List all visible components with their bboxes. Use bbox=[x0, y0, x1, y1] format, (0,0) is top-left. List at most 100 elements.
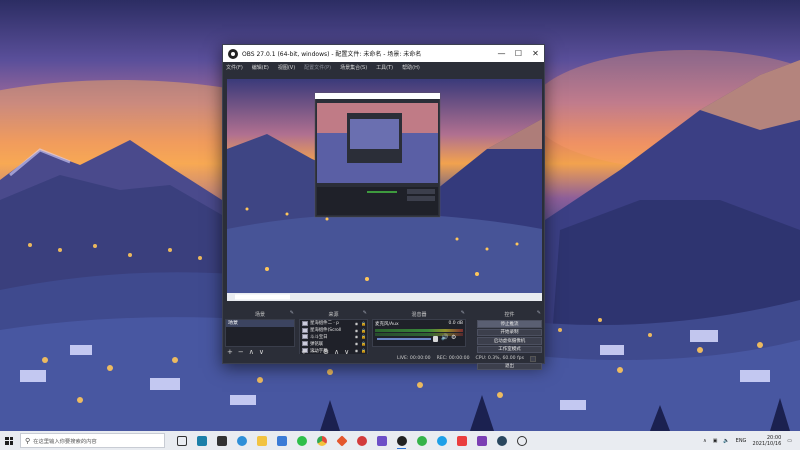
lock-icon[interactable]: 🔒 bbox=[360, 334, 367, 339]
start-recording-button[interactable]: 开始录制 bbox=[477, 328, 542, 336]
input-language[interactable]: ENG bbox=[736, 438, 747, 444]
menu-edit[interactable]: 编辑(E) bbox=[252, 64, 269, 71]
audio-meter bbox=[375, 333, 463, 336]
steam-icon[interactable] bbox=[493, 432, 510, 449]
menu-help[interactable]: 帮助(H) bbox=[402, 64, 420, 71]
file-explorer-icon[interactable] bbox=[253, 432, 270, 449]
volume-fader-track[interactable] bbox=[377, 338, 431, 340]
cpu-fps-readout: CPU: 0.3%, 60.00 fps bbox=[475, 356, 524, 361]
onenote-icon[interactable] bbox=[473, 432, 490, 449]
clock[interactable]: 20:00 2021/10/16 bbox=[752, 435, 781, 447]
close-button[interactable]: ✕ bbox=[527, 45, 544, 62]
window-title: OBS 27.0.1 (64-bit, windows) - 配置文件: 未命名… bbox=[242, 51, 422, 58]
source-item[interactable]: 弹铭联 ◉ 🔒 bbox=[300, 340, 367, 347]
sources-header: 来源 ✎ bbox=[297, 310, 370, 318]
status-bar: LIVE: 00:00:00 REC: 00:00:00 CPU: 0.3%, … bbox=[223, 354, 544, 363]
controls-header: 控件 ✎ bbox=[475, 310, 544, 318]
obs-taskbar-icon[interactable] bbox=[393, 432, 410, 449]
network-icon[interactable]: ▣ bbox=[713, 438, 718, 444]
image-source-icon bbox=[302, 320, 308, 326]
stop-streaming-button[interactable]: 停止推流 bbox=[477, 320, 542, 328]
edge-browser-icon[interactable] bbox=[233, 432, 250, 449]
task-view-icon[interactable] bbox=[173, 432, 190, 449]
exit-button[interactable]: 退出 bbox=[477, 362, 542, 370]
speed-test-icon[interactable] bbox=[513, 432, 530, 449]
preview-canvas[interactable] bbox=[227, 79, 542, 301]
image-source-icon bbox=[302, 327, 308, 333]
menu-profile[interactable]: 配置文件(P) bbox=[304, 64, 331, 71]
scenes-title: 场景 bbox=[254, 311, 265, 318]
sources-title: 来源 bbox=[328, 311, 339, 318]
controls-title: 控件 bbox=[504, 311, 515, 318]
scenes-header: 场景 ✎ bbox=[223, 310, 297, 318]
git-icon[interactable] bbox=[333, 432, 350, 449]
scenes-dock: 场景 ✎ 场景 + − ∧ ∨ bbox=[223, 310, 297, 356]
start-virtual-camera-button[interactable]: 启动虚拟摄像机 bbox=[477, 337, 542, 345]
mail-icon[interactable] bbox=[273, 432, 290, 449]
speaker-icon[interactable]: 🔊 bbox=[441, 334, 448, 341]
menu-scene-collection[interactable]: 场景集合(S) bbox=[340, 64, 367, 71]
visibility-eye-icon[interactable]: ◉ bbox=[353, 334, 360, 339]
search-placeholder: 在这里输入你要搜索的内容 bbox=[33, 438, 97, 445]
windows-logo-icon bbox=[5, 436, 13, 445]
lock-icon[interactable]: 🔒 bbox=[360, 321, 367, 326]
visibility-eye-icon[interactable]: ◉ bbox=[353, 328, 360, 333]
netease-icon[interactable] bbox=[453, 432, 470, 449]
system-tray: ∧ ▣ 🔈 ENG 20:00 2021/10/16 ▭ bbox=[703, 435, 800, 447]
dock-pin-icon[interactable]: ✎ bbox=[363, 310, 367, 316]
mixer-dock: 混音器 ✎ 麦克风/Aux 0.0 dB 🔊 ⚙ bbox=[370, 310, 468, 356]
lock-icon[interactable]: 🔒 bbox=[360, 328, 367, 333]
studio-mode-button[interactable]: 工作室模式 bbox=[477, 345, 542, 353]
rec-timer: REC: 00:00:00 bbox=[436, 356, 470, 361]
photos-icon[interactable] bbox=[373, 432, 390, 449]
screen-recorder-icon[interactable] bbox=[193, 432, 210, 449]
controls-dock: 控件 ✎ 停止推流 开始录制 启动虚拟摄像机 工作室模式 设置 退出 bbox=[475, 310, 544, 370]
source-item[interactable]: 斗斗宝日 ◉ 🔒 bbox=[300, 334, 367, 341]
menu-file[interactable]: 文件(F) bbox=[226, 64, 243, 71]
image-source-icon bbox=[302, 334, 308, 340]
music-app-icon[interactable] bbox=[353, 432, 370, 449]
menu-view[interactable]: 视图(V) bbox=[278, 64, 295, 71]
source-item[interactable]: 星海组件(Scroll ◉ 🔒 bbox=[300, 327, 367, 334]
clock-date: 2021/10/16 bbox=[752, 440, 782, 447]
tray-chevron-icon[interactable]: ∧ bbox=[703, 438, 707, 444]
source-item[interactable]: 星海组件二 · p ◉ 🔒 bbox=[300, 320, 367, 327]
title-bar[interactable]: OBS 27.0.1 (64-bit, windows) - 配置文件: 未命名… bbox=[223, 45, 544, 62]
maximize-button[interactable]: ☐ bbox=[510, 45, 527, 62]
notifications-icon[interactable]: ▭ bbox=[787, 438, 792, 444]
preview-image bbox=[227, 79, 542, 301]
chrome-icon[interactable] bbox=[313, 432, 330, 449]
taskbar-apps bbox=[173, 432, 530, 449]
menu-tools[interactable]: 工具(T) bbox=[376, 64, 393, 71]
image-source-icon bbox=[302, 341, 308, 347]
wechat-work-icon[interactable] bbox=[413, 432, 430, 449]
dock-pin-icon[interactable]: ✎ bbox=[461, 310, 465, 316]
qq-icon[interactable] bbox=[433, 432, 450, 449]
dock-pin-icon[interactable]: ✎ bbox=[537, 310, 541, 316]
live-timer: LIVE: 00:00:00 bbox=[396, 356, 431, 361]
mixer-gear-icon[interactable]: ⚙ bbox=[451, 334, 456, 341]
taskbar-search[interactable]: ⚲ 在这里输入你要搜索的内容 bbox=[20, 433, 165, 448]
visibility-eye-icon[interactable]: ◉ bbox=[353, 321, 360, 326]
taskbar: ⚲ 在这里输入你要搜索的内容 ∧ ▣ 🔈 ENG 20:00 2021/10/1… bbox=[0, 431, 800, 450]
start-button[interactable] bbox=[0, 431, 18, 450]
sources-dock: 来源 ✎ 星海组件二 · p ◉ 🔒 星海组件(Scroll ◉ 🔒 斗斗宝日 ◉ 🔒 弹铭… bbox=[297, 310, 370, 356]
volume-fader-handle[interactable] bbox=[433, 335, 438, 342]
visibility-eye-icon[interactable]: ◉ bbox=[353, 341, 360, 346]
wechat-icon[interactable] bbox=[293, 432, 310, 449]
docks-area: 场景 ✎ 场景 + − ∧ ∨ 来源 ✎ 星海组件二 · p ◉ 🔒 星海组件(Sc… bbox=[223, 310, 544, 370]
obs-logo-icon bbox=[228, 48, 238, 59]
volume-icon[interactable]: 🔈 bbox=[723, 438, 729, 444]
dock-pin-icon[interactable]: ✎ bbox=[290, 310, 294, 316]
menu-bar: 文件(F) 编辑(E) 视图(V) 配置文件(P) 场景集合(S) 工具(T) … bbox=[223, 62, 544, 73]
scene-item[interactable]: 场景 bbox=[226, 320, 294, 327]
search-icon: ⚲ bbox=[25, 436, 31, 445]
audio-meter bbox=[375, 329, 463, 332]
stream-status-indicator bbox=[530, 355, 536, 362]
mixer-panel: 麦克风/Aux 0.0 dB 🔊 ⚙ bbox=[372, 319, 466, 347]
minimize-button[interactable]: — bbox=[493, 45, 510, 62]
obs-window: OBS 27.0.1 (64-bit, windows) - 配置文件: 未命名… bbox=[222, 44, 545, 370]
store-icon[interactable] bbox=[213, 432, 230, 449]
mixer-level: 0.0 dB bbox=[448, 321, 463, 326]
lock-icon[interactable]: 🔒 bbox=[360, 341, 367, 346]
